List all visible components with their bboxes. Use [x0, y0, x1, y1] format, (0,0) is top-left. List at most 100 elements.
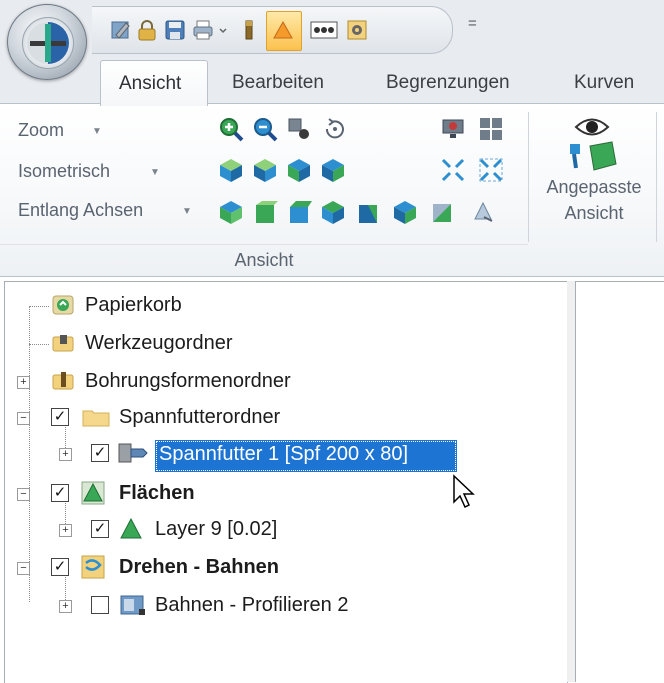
tool-folder-icon	[52, 335, 74, 352]
axis-cube-5-icon[interactable]	[356, 199, 382, 225]
surfaces-icon	[81, 481, 105, 505]
tab-bearbeiten[interactable]: Bearbeiten	[232, 72, 324, 94]
ribbon-tab-row: Ansicht Bearbeiten Begrenzungen Kurven	[0, 60, 664, 106]
app-logo	[22, 17, 74, 69]
custom-view-label-line1: Angepasste	[546, 177, 642, 197]
multi-view-icon[interactable]	[478, 116, 504, 142]
custom-axis-icon[interactable]	[470, 199, 496, 225]
ribbon-panel: Zoom ▼ Isometrisch ▼ Entlang Achsen ▼ An…	[0, 103, 664, 277]
eye-icon	[574, 118, 610, 136]
visibility-checkbox[interactable]: ✓	[51, 484, 69, 502]
settings-icon[interactable]	[346, 19, 368, 41]
viewport-pane	[576, 281, 664, 683]
project-tree: Papierkorb Werkzeugordner + Bohrungsform…	[4, 281, 568, 683]
collapse-toggle[interactable]: −	[17, 488, 30, 501]
tab-begrenzungen[interactable]: Begrenzungen	[386, 72, 510, 94]
expand-toggle[interactable]: +	[59, 600, 72, 613]
folder-icon	[82, 410, 110, 427]
tree-item-label: Bohrungsformenordner	[85, 370, 291, 392]
tree-item-flaechen[interactable]: − ✓ Flächen	[5, 476, 565, 512]
expand-toggle[interactable]: +	[17, 376, 30, 389]
turning-paths-icon	[81, 555, 105, 579]
tree-item-bohrungsformenordner[interactable]: + Bohrungsformenordner	[5, 364, 565, 400]
tree-item-label: Layer 9 [0.02]	[155, 518, 278, 540]
tab-ansicht[interactable]: Ansicht	[100, 60, 208, 106]
iso-cube-2-icon[interactable]	[252, 157, 278, 183]
tree-item-layer-9[interactable]: + ✓ Layer 9 [0.02]	[5, 512, 565, 548]
tree-item-papierkorb[interactable]: Papierkorb	[5, 288, 565, 324]
custom-view-icon[interactable]	[566, 140, 618, 172]
tree-item-drehen-bahnen[interactable]: − ✓ Drehen - Bahnen	[5, 550, 565, 586]
tree-item-label: Spannfutter 1 [Spf 200 x 80]	[159, 443, 409, 465]
chevron-down-icon: ▼	[92, 126, 102, 137]
visibility-checkbox[interactable]: ✓	[51, 408, 69, 426]
tree-item-label: Bahnen - Profilieren 2	[155, 594, 349, 616]
expand-view-icon[interactable]	[478, 157, 504, 183]
iso-cube-1-icon[interactable]	[218, 157, 244, 183]
title-bar: =	[0, 0, 664, 60]
zoom-out-icon[interactable]	[252, 116, 278, 142]
quick-access-toolbar	[92, 6, 453, 54]
axis-cube-4-icon[interactable]	[320, 199, 346, 225]
monitor-view-icon[interactable]	[440, 116, 466, 142]
axis-cube-6-icon[interactable]	[392, 199, 418, 225]
warning-shade-icon[interactable]	[272, 19, 294, 41]
print-icon[interactable]	[192, 19, 214, 41]
profile-path-icon	[120, 595, 145, 615]
ribbon-divider	[528, 112, 529, 242]
counter-icon[interactable]	[310, 19, 338, 41]
app-logo-icon	[27, 22, 69, 64]
layer-icon	[120, 517, 142, 539]
hole-shape-folder-icon	[52, 372, 74, 390]
lock-icon[interactable]	[136, 19, 158, 41]
axis-cube-2-icon[interactable]	[252, 199, 278, 225]
tree-item-spannfutterordner[interactable]: − ✓ Spannfutterordner	[5, 400, 565, 436]
chevron-down-icon[interactable]	[218, 19, 228, 41]
zoom-in-icon[interactable]	[218, 116, 244, 142]
collapse-toggle[interactable]: −	[17, 562, 30, 575]
customize-qat-button[interactable]: =	[468, 15, 477, 32]
tree-item-label: Werkzeugordner	[85, 332, 233, 354]
tab-kurven[interactable]: Kurven	[574, 72, 634, 94]
tree-item-label: Spannfutterordner	[119, 406, 281, 428]
application-menu-button[interactable]	[7, 4, 87, 80]
recycle-bin-icon	[52, 295, 74, 315]
axis-cube-1-icon[interactable]	[218, 199, 244, 225]
visibility-checkbox[interactable]: ✓	[91, 444, 109, 462]
chuck-icon	[118, 443, 148, 463]
custom-view-button[interactable]: Angepasste Ansicht	[534, 174, 654, 226]
ribbon-group-label: Ansicht	[0, 244, 528, 275]
zoom-dropdown[interactable]: Zoom	[18, 120, 64, 141]
chevron-down-icon: ▼	[182, 206, 192, 217]
visibility-checkbox[interactable]	[91, 596, 109, 614]
bar-icon[interactable]	[238, 19, 260, 41]
tree-item-werkzeugordner[interactable]: Werkzeugordner	[5, 326, 565, 362]
mouse-cursor-icon	[453, 474, 475, 509]
isometric-dropdown[interactable]: Isometrisch	[18, 161, 110, 182]
ribbon-divider	[656, 112, 657, 242]
visibility-checkbox[interactable]: ✓	[91, 520, 109, 538]
tree-item-bahnen-profilieren-2[interactable]: + Bahnen - Profilieren 2	[5, 588, 565, 624]
tab-label: Ansicht	[119, 73, 182, 94]
selected-tree-item[interactable]: Spannfutter 1 [Spf 200 x 80]	[155, 440, 457, 472]
iso-cube-3-icon[interactable]	[286, 157, 312, 183]
zoom-window-icon[interactable]	[286, 116, 312, 142]
axis-cube-7-icon[interactable]	[430, 199, 456, 225]
tree-item-label: Drehen - Bahnen	[119, 556, 280, 578]
tree-item-label: Flächen	[119, 482, 195, 504]
properties-icon[interactable]	[110, 19, 132, 41]
along-axes-dropdown[interactable]: Entlang Achsen	[18, 200, 143, 221]
axis-cube-3-icon[interactable]	[286, 199, 312, 225]
iso-cube-4-icon[interactable]	[320, 157, 346, 183]
custom-view-label-line2: Ansicht	[564, 203, 624, 223]
tree-item-label: Papierkorb	[85, 294, 182, 316]
chevron-down-icon: ▼	[150, 167, 160, 178]
collapse-toggle[interactable]: −	[17, 412, 30, 425]
save-icon[interactable]	[164, 19, 186, 41]
expand-toggle[interactable]: +	[59, 524, 72, 537]
rotate-view-icon[interactable]	[322, 116, 348, 142]
expand-toggle[interactable]: +	[59, 448, 72, 461]
collapse-view-icon[interactable]	[440, 157, 466, 183]
visibility-checkbox[interactable]: ✓	[51, 558, 69, 576]
panel-splitter[interactable]	[567, 281, 576, 682]
